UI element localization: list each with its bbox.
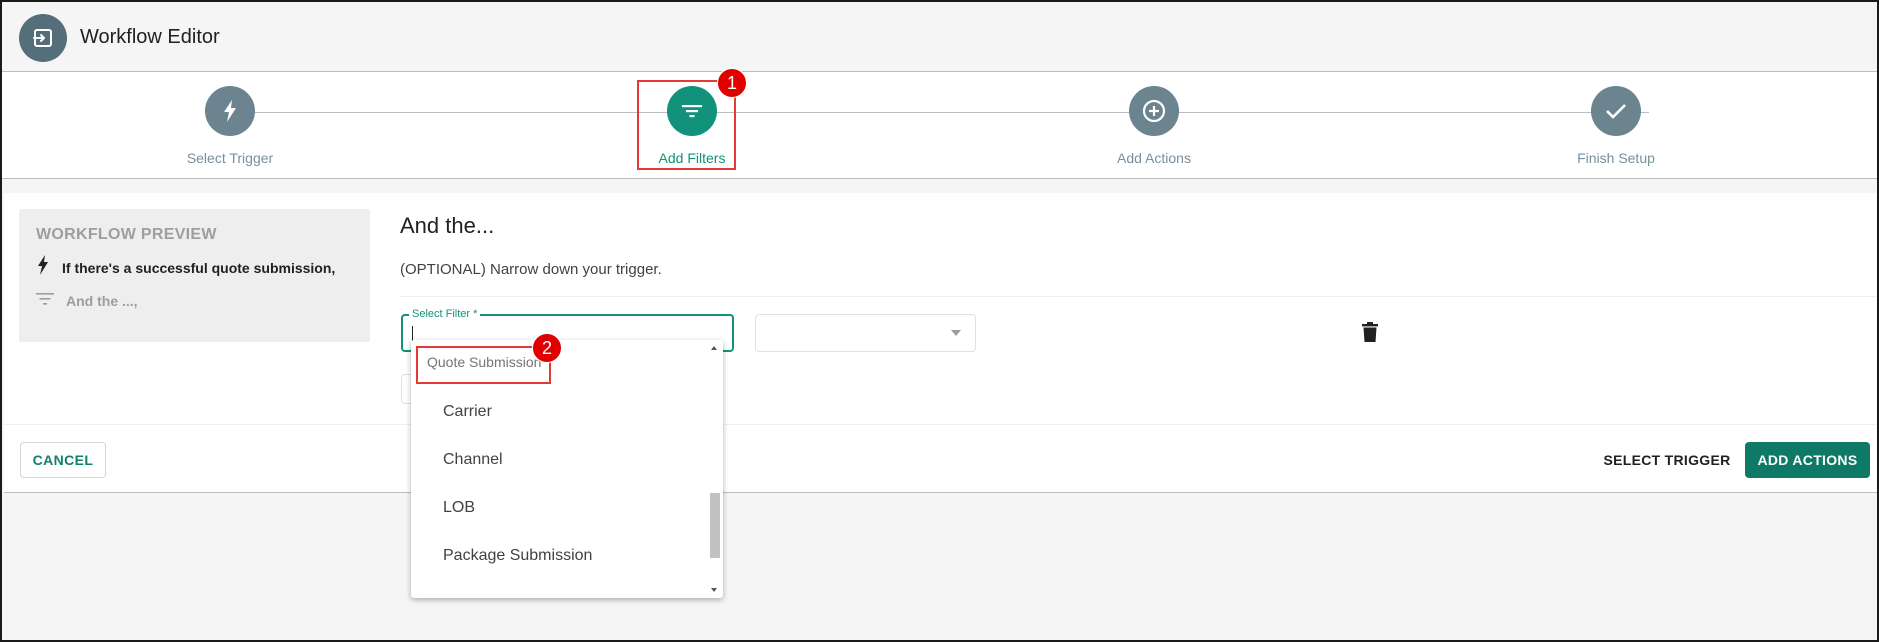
cancel-button[interactable]: CANCEL	[20, 442, 106, 478]
workflow-preview: WORKFLOW PREVIEW If there's a successful…	[19, 209, 370, 342]
dropdown-option-lob[interactable]: LOB	[443, 499, 475, 517]
scroll-down-icon[interactable]	[711, 588, 717, 592]
chevron-down-icon	[951, 330, 961, 336]
section-heading: And the...	[400, 213, 495, 238]
lightning-icon	[205, 86, 255, 136]
filter-value-select[interactable]	[755, 314, 976, 352]
stepper-connector	[230, 112, 1649, 113]
dropdown-option-package-submission[interactable]: Package Submission	[443, 547, 592, 565]
filter-icon	[36, 292, 54, 310]
preview-filter-row: And the ...,	[36, 292, 138, 310]
workflow-stepper: Select Trigger Add Filters Add Actions F…	[2, 72, 1877, 179]
add-circle-icon	[1129, 86, 1179, 136]
dropdown-option-channel[interactable]: Channel	[443, 451, 503, 469]
step-add-actions[interactable]: Add Actions	[1054, 86, 1254, 166]
page-title: Workflow Editor	[80, 26, 220, 48]
step-label: Finish Setup	[1577, 150, 1655, 166]
app-frame: Workflow Editor Select Trigger Add Filte…	[0, 0, 1879, 642]
section-subtext: (OPTIONAL) Narrow down your trigger.	[400, 261, 662, 278]
exit-to-app-icon[interactable]	[19, 14, 67, 62]
footer-divider	[4, 424, 1877, 425]
dropdown-option-carrier[interactable]: Carrier	[443, 403, 492, 421]
step-finish-setup[interactable]: Finish Setup	[1516, 86, 1716, 166]
annotation-badge-2: 2	[532, 333, 562, 363]
annotation-badge-1: 1	[717, 68, 747, 98]
preview-title: WORKFLOW PREVIEW	[36, 226, 217, 243]
select-trigger-button[interactable]: SELECT TRIGGER	[1603, 442, 1731, 478]
preview-filter-text: And the ...,	[66, 293, 138, 309]
preview-trigger-text: If there's a successful quote submission…	[62, 259, 336, 276]
dropdown-scroll-thumb[interactable]	[710, 493, 720, 558]
annotation-highlight-2	[416, 346, 551, 384]
lightning-icon	[36, 255, 50, 280]
preview-trigger-row: If there's a successful quote submission…	[36, 255, 335, 280]
step-label: Add Actions	[1117, 150, 1191, 166]
app-bar: Workflow Editor	[2, 2, 1877, 72]
step-select-trigger[interactable]: Select Trigger	[130, 86, 330, 166]
delete-icon[interactable]	[1359, 319, 1381, 345]
scroll-up-icon[interactable]	[711, 346, 717, 350]
divider	[400, 296, 1877, 297]
main-panel: WORKFLOW PREVIEW If there's a successful…	[4, 193, 1877, 493]
step-label: Select Trigger	[186, 150, 274, 166]
select-filter-label: Select Filter *	[409, 308, 481, 320]
check-icon	[1591, 86, 1641, 136]
add-actions-button[interactable]: ADD ACTIONS	[1745, 442, 1870, 478]
